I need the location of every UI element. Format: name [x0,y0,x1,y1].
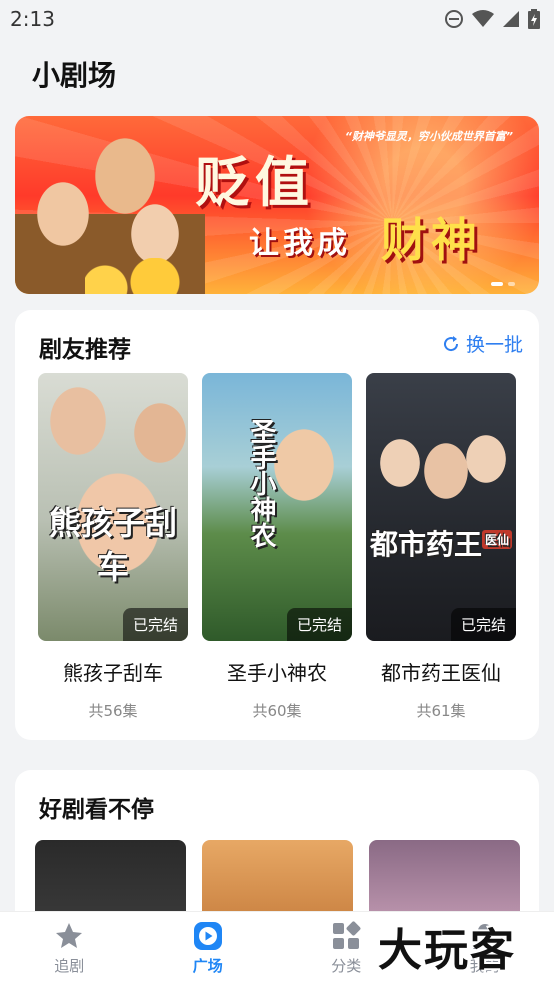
nav-item-square[interactable]: 广场 [168,921,248,976]
drama-item[interactable]: 都市药王 医仙 已完结 都市药王医仙 共61集 [366,373,516,721]
drama-list: 熊孩子刮车 已完结 熊孩子刮车 共56集 圣手小神农 已完结 圣手小神农 共60… [38,373,516,721]
watermark: 大玩客 [378,925,516,976]
refresh-button[interactable]: 换一批 [442,330,523,357]
refresh-icon [444,335,458,351]
status-time: 2:13 [10,7,55,31]
status-bar: 2:13 [0,0,554,38]
play-icon [193,922,222,950]
status-badge: 已完结 [450,608,516,641]
status-icons [444,9,540,29]
do-not-disturb-icon [445,10,463,28]
banner-title-line1: 贬值 [195,151,315,214]
drama-name[interactable]: 熊孩子刮车 [63,657,163,686]
wifi-icon [472,10,494,27]
page-title: 小剧场 [32,59,117,92]
status-badge: 已完结 [286,608,352,641]
banner-title-line3: 财神 [381,213,481,267]
banner-pager-dot [491,282,503,286]
star-icon [56,923,83,948]
grid-icon [333,921,361,949]
recommend-title: 剧友推荐 [39,337,131,363]
drama-poster[interactable]: 熊孩子刮车 已完结 [38,373,188,641]
banner-coins-image [85,258,205,294]
drama-name[interactable]: 圣手小神农 [227,657,327,686]
nav-label: 分类 [331,957,362,975]
recommend-section: 剧友推荐 换一批 熊孩子刮车 已完结 熊孩子刮车 共56集 圣手小神农 已完结 … [15,310,539,740]
banner-tagline: “财神爷显灵，穷小伙成世界首富” [344,130,513,143]
drama-poster[interactable]: 都市药王 医仙 已完结 [366,373,516,641]
poster-title: 都市药王 医仙 [366,523,516,563]
nav-label: 广场 [192,957,223,975]
status-badge: 已完结 [122,608,188,641]
episode-count: 共60集 [252,702,302,720]
episode-count: 共56集 [88,702,138,720]
refresh-label: 换一批 [465,334,523,356]
battery-icon [528,9,540,29]
drama-item[interactable]: 圣手小神农 已完结 圣手小神农 共60集 [202,373,352,721]
drama-item[interactable]: 熊孩子刮车 已完结 熊孩子刮车 共56集 [38,373,188,721]
more-title: 好剧看不停 [39,797,154,823]
poster-title: 熊孩子刮车 [48,504,177,586]
poster-tag: 医仙 [482,529,513,549]
poster-title-text: 都市药王 [369,528,482,561]
signal-icon [503,11,519,27]
drama-name[interactable]: 都市药王医仙 [381,657,501,686]
banner-pager-dot [508,282,515,286]
banner-pager [491,282,515,286]
drama-poster[interactable]: 圣手小神农 已完结 [202,373,352,641]
promo-banner[interactable]: “财神爷显灵，穷小伙成世界首富” 贬值 让我成 财神 [15,116,539,294]
nav-item-category[interactable]: 分类 [306,921,386,976]
nav-label: 追剧 [54,957,85,975]
poster-title: 圣手小神农 [246,418,276,548]
episode-count: 共61集 [416,702,466,720]
banner-title-line2: 让我成 [249,226,351,261]
nav-item-follow[interactable]: 追剧 [29,921,109,976]
